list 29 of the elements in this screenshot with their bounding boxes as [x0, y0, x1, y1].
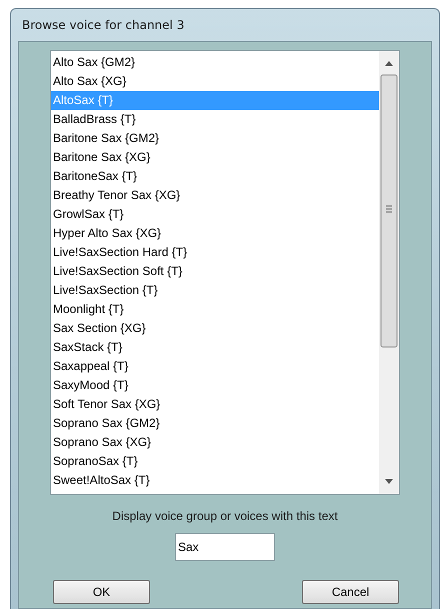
filter-field[interactable]: Sax: [175, 533, 275, 561]
filter-label: Display voice group or voices with this text: [112, 509, 338, 523]
list-item[interactable]: Baritone Sax {GM2}: [51, 129, 379, 148]
list-item[interactable]: Live!SaxSection {T}: [51, 281, 379, 300]
window-title: Browse voice for channel 3: [21, 17, 186, 34]
list-item[interactable]: Alto Sax {GM2}: [51, 53, 379, 72]
cancel-button[interactable]: Cancel: [302, 580, 399, 604]
list-item[interactable]: Hyper Alto Sax {XG}: [51, 224, 379, 243]
ok-button[interactable]: OK: [53, 580, 150, 604]
list-item[interactable]: Saxappeal {T}: [51, 357, 379, 376]
list-item[interactable]: BalladBrass {T}: [51, 110, 379, 129]
list-item[interactable]: Baritone Sax {XG}: [51, 148, 379, 167]
list-item[interactable]: Live!SaxSection Soft {T}: [51, 262, 379, 281]
list-item[interactable]: Alto Sax {XG}: [51, 72, 379, 91]
list-item[interactable]: Sweet!AltoSax {T}: [51, 471, 379, 490]
list-item[interactable]: Moonlight {T}: [51, 300, 379, 319]
list-item[interactable]: Soprano Sax {XG}: [51, 433, 379, 452]
list-item[interactable]: SopranoSax {T}: [51, 452, 379, 471]
list-item[interactable]: Soprano Sax {GM2}: [51, 414, 379, 433]
list-item[interactable]: Live!SaxSection Hard {T}: [51, 243, 379, 262]
list-item[interactable]: BaritoneSax {T}: [51, 167, 379, 186]
list-item[interactable]: Soft Tenor Sax {XG}: [51, 395, 379, 414]
list-item[interactable]: Breathy Tenor Sax {XG}: [51, 186, 379, 205]
voice-list[interactable]: [50, 50, 400, 495]
list-item[interactable]: SaxyMood {T}: [51, 376, 379, 395]
list-item[interactable]: GrowlSax {T}: [51, 205, 379, 224]
list-item[interactable]: SaxStack {T}: [51, 338, 379, 357]
scrollbar[interactable]: [379, 51, 399, 494]
list-item[interactable]: Sax Section {XG}: [51, 319, 379, 338]
